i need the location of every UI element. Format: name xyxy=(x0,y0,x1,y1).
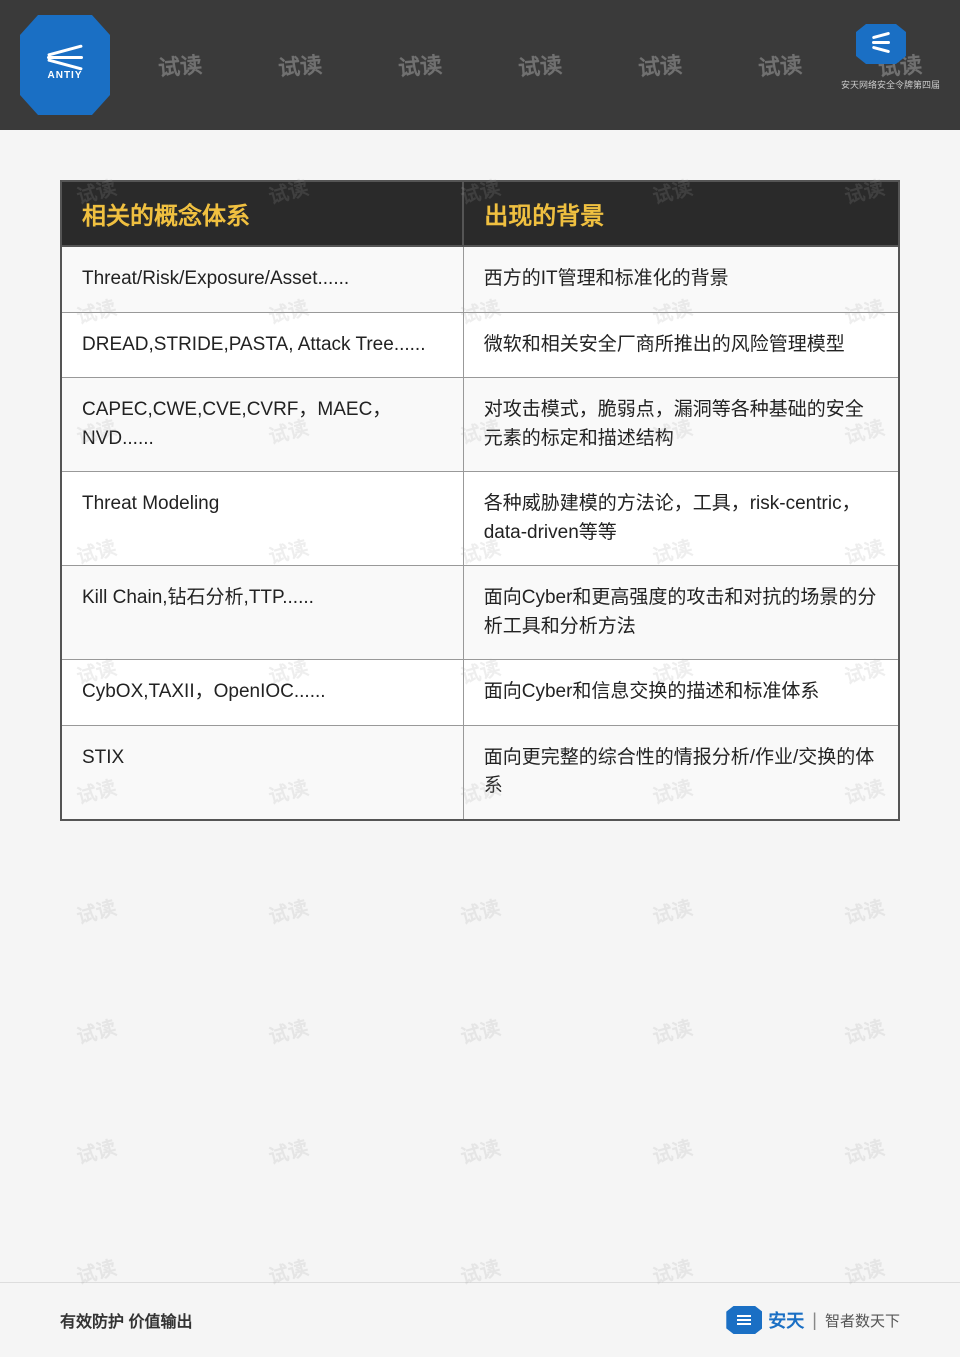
wm-4: 试读 xyxy=(397,47,444,83)
table-row-1-left: DREAD,STRIDE,PASTA, Attack Tree...... xyxy=(61,312,463,378)
table-row-5-right: 面向Cyber和信息交换的描述和标准体系 xyxy=(463,660,899,726)
table-row-1-right: 微软和相关安全厂商所推出的风险管理模型 xyxy=(463,312,899,378)
wm-3: 试读 xyxy=(277,47,324,83)
table-row-6-left: STIX xyxy=(61,725,463,820)
footer-left-text: 有效防护 价值输出 xyxy=(60,1308,192,1332)
header: 试读 试读 试读 试读 试读 试读 试读 试读 ANTIY 安天网络安全令牌第四… xyxy=(0,0,960,130)
footer: 有效防护 价值输出 安天 | 智者数天下 xyxy=(0,1282,960,1357)
brand-sub-text: 安天网络安全令牌第四届 xyxy=(841,80,940,90)
logo-text: ANTIY xyxy=(48,70,83,81)
wm-7: 试读 xyxy=(757,47,804,83)
wm-5: 试读 xyxy=(517,47,564,83)
table-row-4-left: Kill Chain,钻石分析,TTP...... xyxy=(61,566,463,660)
footer-brand-sep: | xyxy=(812,1310,817,1331)
table-row: Kill Chain,钻石分析,TTP......面向Cyber和更高强度的攻击… xyxy=(61,566,899,660)
table-row-3-right: 各种威胁建模的方法论，工具，risk-centric，data-driven等等 xyxy=(463,472,899,566)
footer-right: 安天 | 智者数天下 xyxy=(726,1306,900,1334)
logo-line-2 xyxy=(47,56,83,59)
content-table: 相关的概念体系 出现的背景 Threat/Risk/Exposure/Asset… xyxy=(60,180,900,821)
table-row-4-right: 面向Cyber和更高强度的攻击和对抗的场景的分析工具和分析方法 xyxy=(463,566,899,660)
brand-logo xyxy=(841,15,921,75)
table-row-3-left: Threat Modeling xyxy=(61,472,463,566)
logo-line-3 xyxy=(47,58,83,70)
table-header-row: 相关的概念体系 出现的背景 xyxy=(61,181,899,246)
table-row-6-right: 面向更完整的综合性的情报分析/作业/交换的体系 xyxy=(463,725,899,820)
table-row: Threat Modeling各种威胁建模的方法论，工具，risk-centri… xyxy=(61,472,899,566)
wm-2: 试读 xyxy=(157,47,204,83)
table-row-2-right: 对攻击模式，脆弱点，漏洞等各种基础的安全元素的标定和描述结构 xyxy=(463,378,899,472)
footer-brand-icon xyxy=(726,1306,762,1334)
table-row: DREAD,STRIDE,PASTA, Attack Tree......微软和… xyxy=(61,312,899,378)
col1-header: 相关的概念体系 xyxy=(61,181,463,246)
table-row-5-left: CybOX,TAXII，OpenIOC...... xyxy=(61,660,463,726)
table-row-0-right: 西方的IT管理和标准化的背景 xyxy=(463,246,899,312)
logo: ANTIY xyxy=(20,15,110,115)
footer-brand-name: 安天 xyxy=(768,1307,804,1333)
header-watermarks: 试读 试读 试读 试读 试读 试读 试读 试读 xyxy=(0,0,960,130)
table-row: CybOX,TAXII，OpenIOC......面向Cyber和信息交换的描述… xyxy=(61,660,899,726)
footer-brand-sub: 智者数天下 xyxy=(825,1310,900,1331)
top-right-brand: 安天网络安全令牌第四届 xyxy=(841,15,940,93)
col2-header: 出现的背景 xyxy=(463,181,899,246)
brand-icon xyxy=(856,24,906,64)
table-row-0-left: Threat/Risk/Exposure/Asset...... xyxy=(61,246,463,312)
logo-lines xyxy=(47,49,83,66)
table-row: Threat/Risk/Exposure/Asset......西方的IT管理和… xyxy=(61,246,899,312)
table-row-2-left: CAPEC,CWE,CVE,CVRF，MAEC，NVD...... xyxy=(61,378,463,472)
table-row: STIX面向更完整的综合性的情报分析/作业/交换的体系 xyxy=(61,725,899,820)
logo-line-1 xyxy=(47,44,83,56)
wm-6: 试读 xyxy=(637,47,684,83)
table-row: CAPEC,CWE,CVE,CVRF，MAEC，NVD......对攻击模式，脆… xyxy=(61,378,899,472)
main-content: 相关的概念体系 出现的背景 Threat/Risk/Exposure/Asset… xyxy=(0,130,960,1357)
